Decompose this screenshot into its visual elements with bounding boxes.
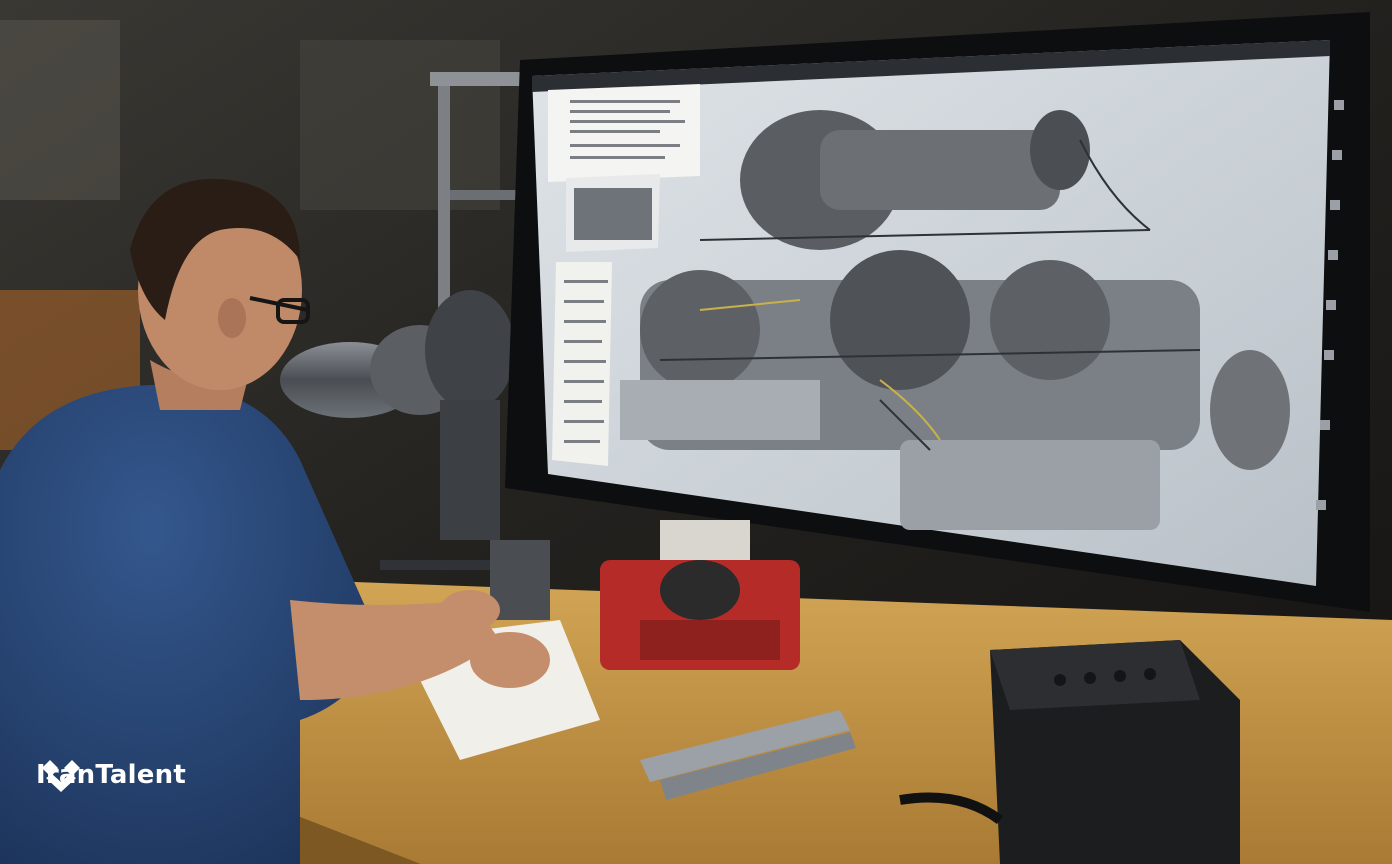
hearts-mark-icon [42, 760, 80, 792]
scene-illustration [0, 0, 1392, 864]
photo-scene: IranTalent [0, 0, 1392, 864]
person-hand [470, 632, 550, 688]
background-window [0, 20, 120, 200]
watermark-logo: IranTalent [36, 760, 186, 792]
background-shelf [300, 40, 500, 210]
